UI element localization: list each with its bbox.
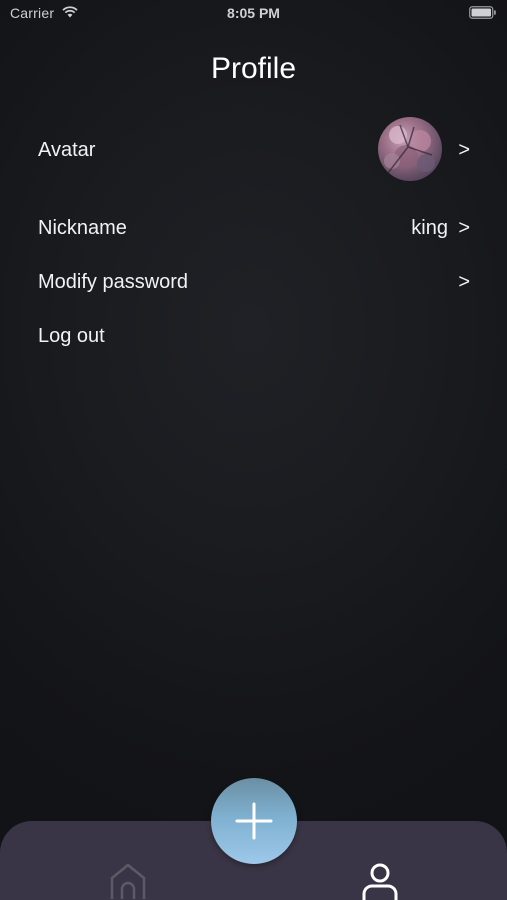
nickname-chevron: > (458, 217, 470, 239)
page-title: Profile (210, 52, 297, 85)
battery-icon (469, 6, 496, 19)
nickname-label: Nickname (38, 217, 127, 239)
nickname-row[interactable]: Nickname king > (38, 217, 472, 243)
log-out-row[interactable]: Log out (38, 325, 472, 351)
log-out-label: Log out (38, 325, 105, 347)
avatar-row[interactable]: Avatar > (38, 117, 472, 181)
modify-password-chevron: > (458, 271, 470, 293)
status-bar: Carrier 8:05 PM (0, 0, 507, 28)
avatar-chevron: > (458, 139, 470, 161)
user-icon[interactable] (360, 860, 400, 900)
modify-password-row[interactable]: Modify password > (38, 271, 472, 297)
avatar[interactable] (378, 117, 442, 181)
status-time: 8:05 PM (227, 5, 280, 21)
plus-icon (235, 802, 273, 840)
home-icon[interactable] (108, 862, 148, 900)
avatar-image (384, 124, 435, 174)
nickname-value: king (411, 217, 448, 239)
modify-password-label: Modify password (38, 271, 189, 293)
profile-screen: Carrier 8:05 PM Profile Avatar > Nicknam… (0, 0, 507, 900)
add-button[interactable] (211, 778, 297, 864)
avatar-label: Avatar (38, 139, 96, 161)
